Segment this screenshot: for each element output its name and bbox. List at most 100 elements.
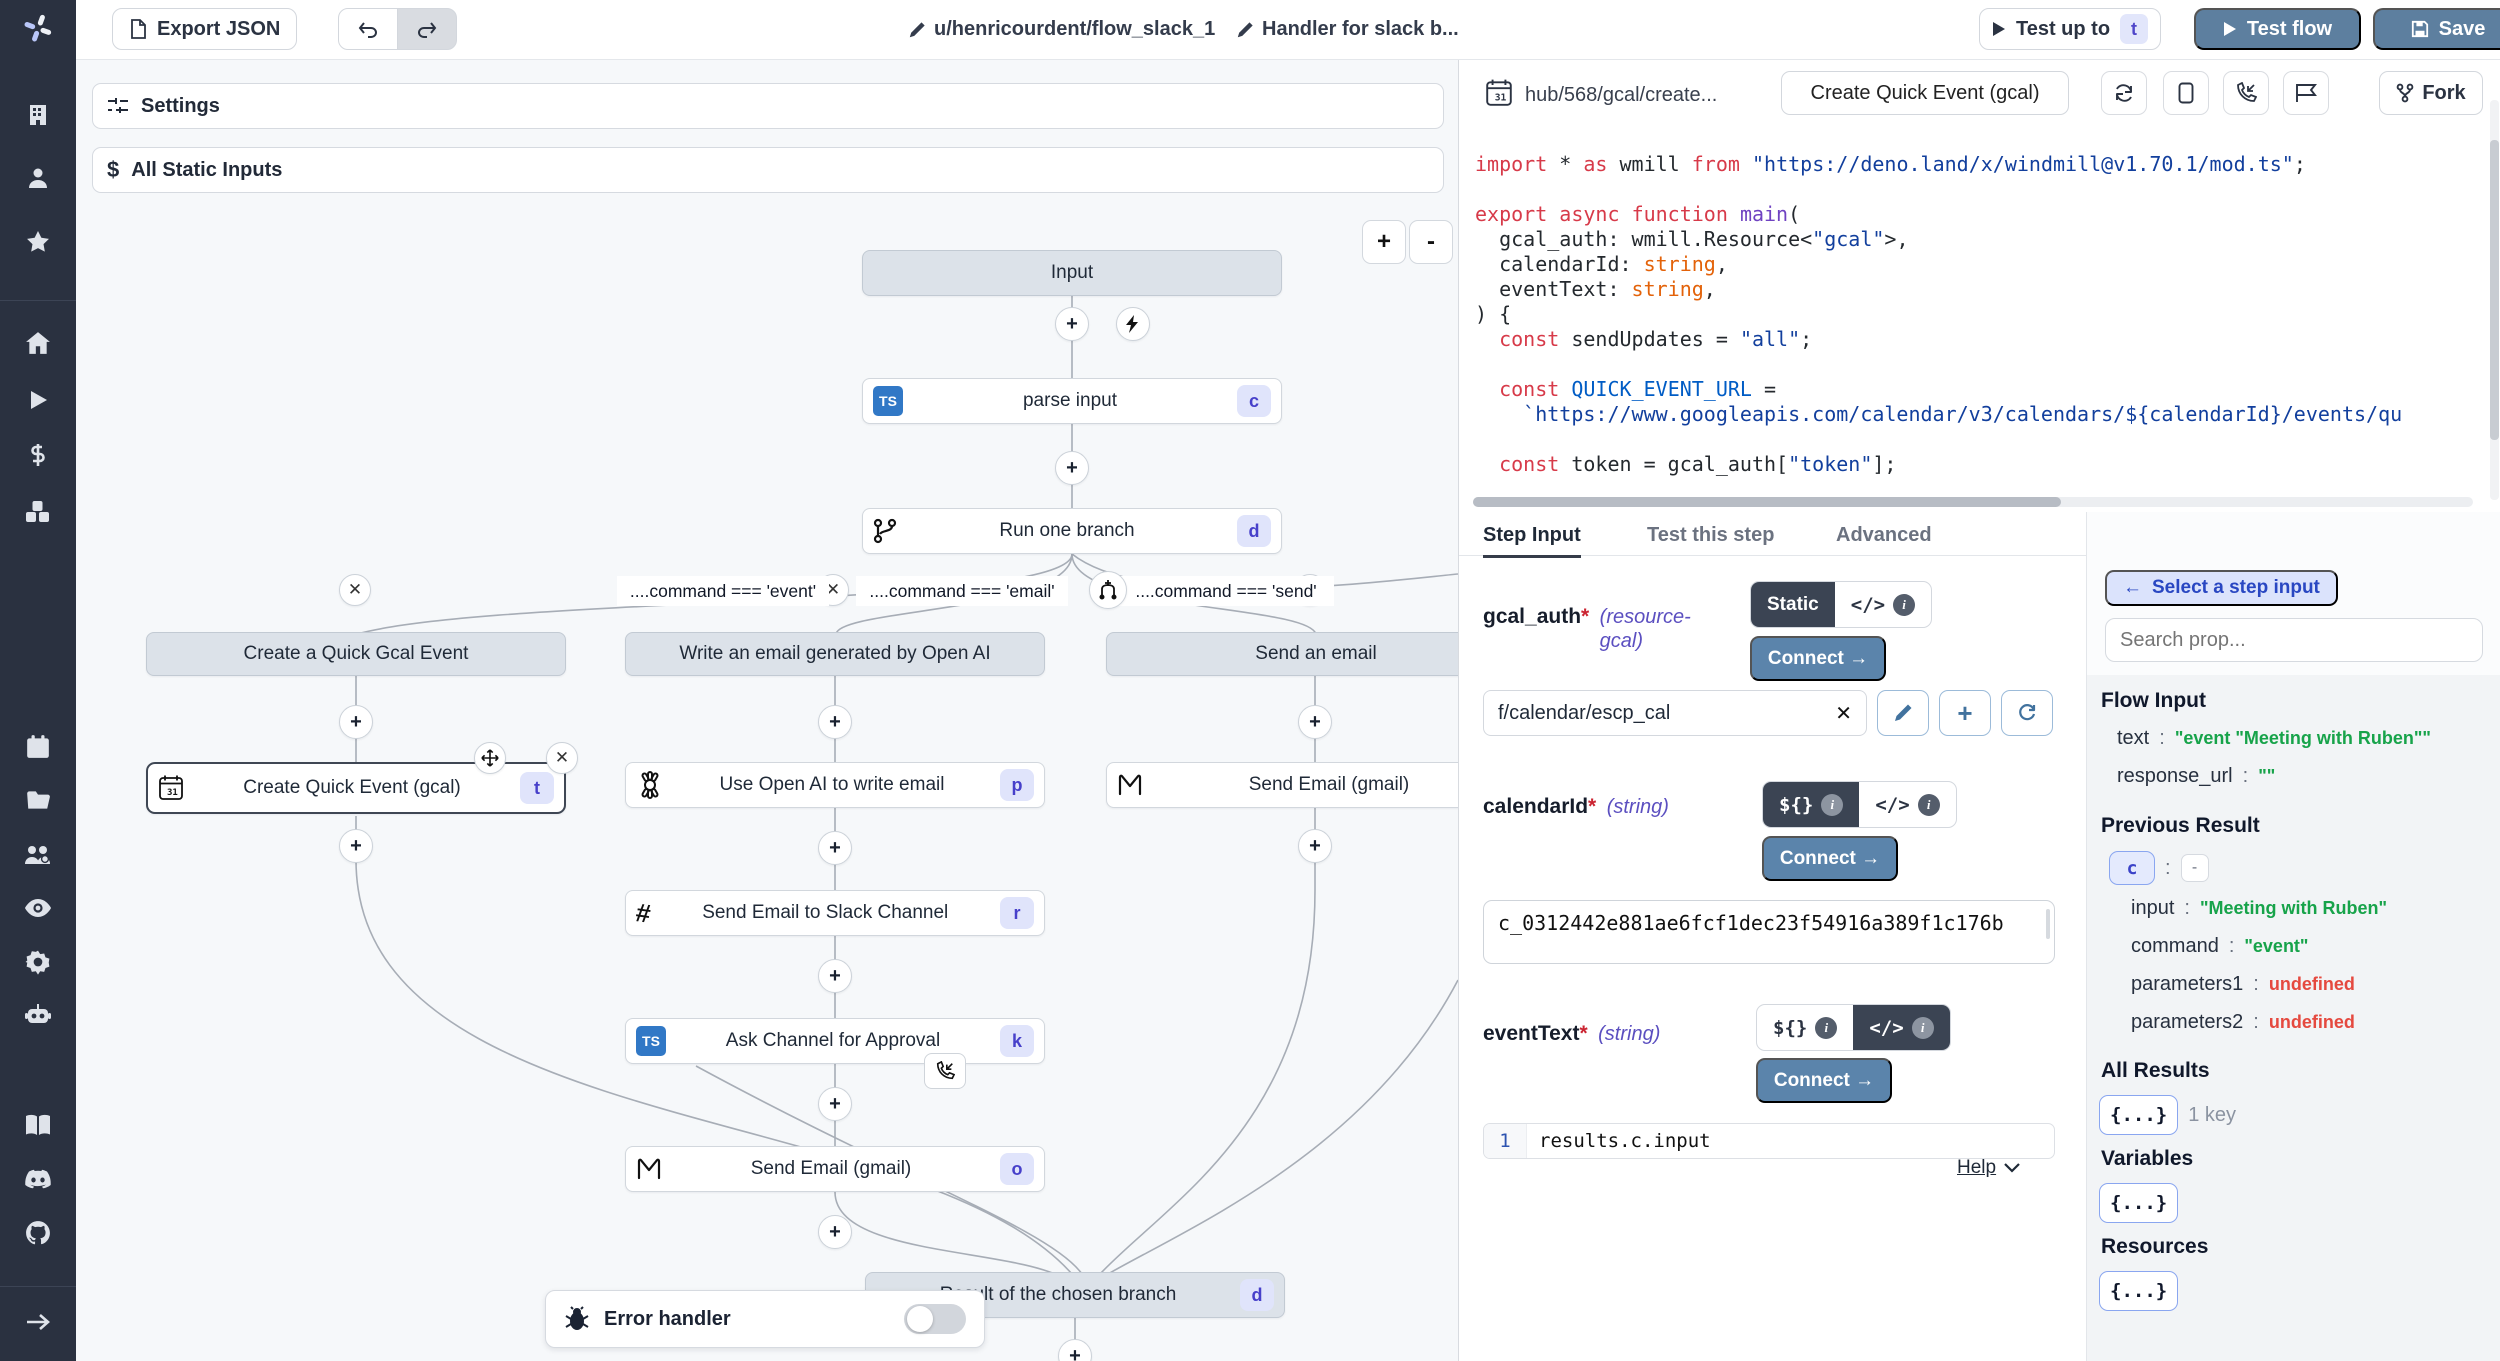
info-icon[interactable]: i (1815, 1017, 1837, 1039)
resources-object[interactable]: {...} (2099, 1271, 2178, 1311)
collapse-button[interactable]: - (2181, 854, 2209, 882)
eventtext-connect-button[interactable]: Connect → (1756, 1058, 1892, 1103)
branch-header-send[interactable]: Send an email (1106, 632, 1458, 676)
gcal-auth-connect-button[interactable]: Connect → (1750, 636, 1886, 681)
prop-row-step-c[interactable]: c: - (2109, 851, 2209, 885)
all-results-object[interactable]: {...} 1 key (2099, 1095, 2236, 1135)
add-resource-button[interactable]: + (1939, 690, 1991, 736)
audit-eye-icon[interactable] (24, 897, 52, 919)
tab-test-this-step[interactable]: Test this step (1647, 515, 1774, 555)
prop-row-text[interactable]: text: "event "Meeting with Ruben"" (2117, 727, 2431, 750)
add-step-button[interactable]: + (339, 829, 373, 863)
node-send-slack[interactable]: # Send Email to Slack Channel r (625, 890, 1045, 936)
discord-icon[interactable] (24, 1169, 52, 1191)
schedules-icon[interactable] (25, 734, 51, 760)
step-id-badge[interactable]: c (2109, 851, 2155, 885)
branch-header-email[interactable]: Write an email generated by Open AI (625, 632, 1045, 676)
add-step-button[interactable]: + (1055, 451, 1089, 485)
add-step-button[interactable]: + (1298, 829, 1332, 863)
expr-mode-button[interactable]: ${}i (1763, 782, 1859, 827)
add-branch-button[interactable] (1089, 571, 1127, 609)
help-link[interactable]: Help (1957, 1157, 2020, 1179)
fork-button[interactable]: Fork (2379, 71, 2483, 115)
add-step-button[interactable]: + (818, 831, 852, 865)
save-button[interactable]: Save (2373, 8, 2500, 50)
user-icon[interactable] (26, 166, 50, 190)
edit-resource-button[interactable] (1877, 690, 1929, 736)
node-input[interactable]: Input (862, 250, 1282, 296)
export-json-button[interactable]: Export JSON (112, 8, 297, 50)
suspend-phone-button[interactable] (2223, 71, 2269, 115)
tab-advanced[interactable]: Advanced (1836, 515, 1932, 555)
home-icon[interactable] (25, 330, 51, 356)
node-create-quick-event-selected[interactable]: 31 Create Quick Event (gcal) t (146, 762, 566, 814)
move-step-handle[interactable] (474, 742, 506, 774)
hub-script-path[interactable]: hub/568/gcal/create... (1525, 84, 1717, 107)
add-step-button[interactable]: + (818, 705, 852, 739)
test-up-to-button[interactable]: Test up to t (1979, 8, 2161, 50)
settings-gear-icon[interactable] (25, 949, 51, 975)
undo-button[interactable] (338, 8, 398, 50)
flow-canvas[interactable]: Settings $ All Static Inputs + - Input +… (76, 60, 1458, 1361)
workers-robot-icon[interactable] (24, 1003, 52, 1027)
branch-condition[interactable]: ....command === 'email' (856, 576, 1068, 606)
tab-step-input[interactable]: Step Input (1483, 515, 1581, 558)
sleep-flag-button[interactable] (2283, 71, 2329, 115)
eventtext-expression-editor[interactable]: 1 results.c.input (1483, 1123, 2055, 1159)
redo-button[interactable] (397, 8, 457, 50)
github-icon[interactable] (25, 1220, 51, 1246)
node-ask-approval[interactable]: TS Ask Channel for Approval k (625, 1018, 1045, 1064)
prop-row-input[interactable]: input: "Meeting with Ruben" (2131, 897, 2387, 920)
expr-mode-button[interactable]: ${}i (1757, 1005, 1853, 1050)
folders-icon[interactable] (25, 787, 51, 813)
code-mode-button[interactable]: </>i (1835, 582, 1931, 627)
object-badge[interactable]: {...} (2099, 1183, 2178, 1223)
node-send-gmail-mid[interactable]: Send Email (gmail) o (625, 1146, 1045, 1192)
node-run-one-branch[interactable]: Run one branch d (862, 508, 1282, 554)
code-editor[interactable]: import * as wmill from "https://deno.lan… (1475, 152, 2479, 492)
add-step-button[interactable]: + (818, 1215, 852, 1249)
info-icon[interactable]: i (1893, 594, 1915, 616)
trigger-bolt-button[interactable] (1116, 307, 1150, 341)
flow-settings-bar[interactable]: Settings (92, 83, 1444, 129)
resource-value-input[interactable]: f/calendar/escp_cal ✕ (1483, 690, 1867, 736)
add-step-button[interactable]: + (1298, 705, 1332, 739)
prop-row-response-url[interactable]: response_url: "" (2117, 765, 2275, 788)
branch-condition[interactable]: ....command === 'send' (1118, 576, 1334, 606)
expand-sidebar-arrow-icon[interactable] (25, 1312, 51, 1332)
breadcrumb[interactable]: u/henricourdent/flow_slack_1 (908, 0, 1215, 59)
variables-icon[interactable] (26, 443, 50, 467)
node-use-openai[interactable]: Use Open AI to write email p (625, 762, 1045, 808)
swap-script-button[interactable] (2101, 71, 2147, 115)
info-icon[interactable]: i (1821, 794, 1843, 816)
zoom-in-button[interactable]: + (1362, 220, 1406, 264)
object-badge[interactable]: {...} (2099, 1271, 2178, 1311)
windmill-logo-icon[interactable] (23, 13, 53, 43)
error-handler-toggle[interactable] (904, 1304, 966, 1334)
prop-row-parameters1[interactable]: parameters1: undefined (2131, 973, 2355, 996)
test-flow-button[interactable]: Test flow (2194, 8, 2361, 50)
object-badge[interactable]: {...} (2099, 1095, 2178, 1135)
favorites-star-icon[interactable] (25, 229, 51, 255)
add-step-button[interactable]: + (1055, 307, 1089, 341)
code-mode-button[interactable]: </>i (1853, 1005, 1949, 1050)
resources-icon[interactable] (24, 499, 52, 525)
variables-object[interactable]: {...} (2099, 1183, 2178, 1223)
prop-row-parameters2[interactable]: parameters2: undefined (2131, 1011, 2355, 1034)
delete-step-button[interactable]: ✕ (546, 742, 578, 774)
node-send-gmail-right[interactable]: Send Email (gmail) (1106, 762, 1458, 808)
all-static-inputs-bar[interactable]: $ All Static Inputs (92, 147, 1444, 193)
remove-branch-button[interactable]: ✕ (339, 574, 371, 606)
info-icon[interactable]: i (1912, 1017, 1934, 1039)
code-mode-button[interactable]: </>i (1859, 782, 1955, 827)
info-icon[interactable]: i (1918, 794, 1940, 816)
box-button[interactable] (2163, 71, 2209, 115)
branch-condition[interactable]: ....command === 'event' (617, 576, 829, 606)
error-handler-bar[interactable]: Error handler (545, 1290, 985, 1348)
prop-row-command[interactable]: command: "event" (2131, 935, 2308, 958)
code-horizontal-scrollbar[interactable] (1473, 497, 2473, 507)
select-step-input-button[interactable]: ← Select a step input (2105, 570, 2338, 606)
refresh-resource-button[interactable] (2001, 690, 2053, 736)
groups-icon[interactable] (24, 842, 52, 868)
calendarid-value-input[interactable]: c_0312442e881ae6fcf1dec23f54916a389f1c17… (1483, 900, 2055, 964)
